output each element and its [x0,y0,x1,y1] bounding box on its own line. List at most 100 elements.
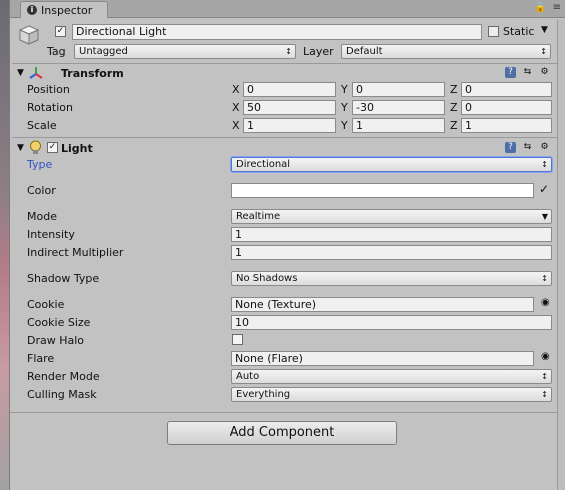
scale-z-field[interactable]: 1 [461,118,552,133]
menu-icon[interactable]: ≡ [553,2,561,13]
render-mode-value: Auto [236,371,260,382]
render-mode-label: Render Mode [27,370,100,383]
scale-label: Scale [27,119,57,132]
culling-mask-label: Culling Mask [27,388,97,401]
divider [12,137,557,138]
preset-icon[interactable]: ⇆ [522,142,533,153]
mode-label: Mode [27,210,57,223]
tab-controls: 🔒 ≡ [534,2,561,13]
tab-inspector-label: Inspector [41,3,93,17]
culling-mask-value: Everything [236,389,291,400]
position-y-field[interactable]: 0 [352,82,445,97]
tab-bar: i Inspector 🔒 ≡ [10,0,565,18]
updown-arrow-icon: ↕ [541,390,548,399]
shadow-type-label: Shadow Type [27,272,100,285]
inspector-window: i Inspector 🔒 ≡ ✓ Directional Light Stat… [0,0,565,490]
transform-axes-icon [28,65,44,81]
gear-icon[interactable]: ⚙ [539,67,550,78]
draw-halo-checkbox[interactable] [232,334,243,345]
color-swatch[interactable] [231,183,534,198]
indirect-multiplier-label: Indirect Multiplier [27,246,124,259]
object-name-field[interactable]: Directional Light [72,24,482,40]
intensity-label: Intensity [27,228,75,241]
light-title: Light [61,142,93,155]
scale-x-field[interactable]: 1 [243,118,336,133]
rotation-y-field[interactable]: -30 [352,100,445,115]
info-icon: i [27,5,37,15]
updown-arrow-icon: ↕ [541,274,548,283]
position-label: Position [27,83,70,96]
preset-icon[interactable]: ⇆ [522,67,533,78]
light-header-icons: ? ⇆ ⚙ [505,142,550,153]
type-value: Directional [236,159,291,170]
object-picker-icon[interactable]: ◉ [541,297,550,308]
flare-field[interactable]: None (Flare) [231,351,534,366]
scene-background [0,0,9,490]
flare-label: Flare [27,352,55,365]
cookie-size-field[interactable]: 10 [231,315,552,330]
static-label: Static [503,25,535,38]
axis-x-label: X [232,83,240,96]
mode-dropdown[interactable]: Realtime ▼ [231,209,552,224]
axis-z-label: Z [450,83,458,96]
tag-label: Tag [47,45,66,58]
updown-arrow-icon: ↕ [285,47,292,56]
position-z-field[interactable]: 0 [461,82,552,97]
tab-inspector[interactable]: i Inspector [20,1,108,18]
axis-y-label: Y [341,83,348,96]
position-x-field[interactable]: 0 [243,82,336,97]
axis-z-label: Z [450,101,458,114]
tag-dropdown[interactable]: Untagged ↕ [74,44,296,59]
cookie-size-label: Cookie Size [27,316,91,329]
object-picker-icon[interactable]: ◉ [541,351,550,362]
help-book-icon[interactable]: ? [505,142,516,153]
static-dropdown-arrow[interactable]: ▼ [541,25,548,35]
rotation-label: Rotation [27,101,74,114]
rotation-x-field[interactable]: 50 [243,100,336,115]
static-checkbox[interactable] [488,26,499,37]
light-bulb-icon [29,140,42,155]
layer-dropdown[interactable]: Default ↕ [341,44,551,59]
eyedropper-icon[interactable]: ✓ [539,182,549,196]
scene-view-strip [0,0,10,490]
axis-x-label: X [232,101,240,114]
updown-arrow-icon: ↕ [540,47,547,56]
help-book-icon[interactable]: ? [505,67,516,78]
type-label: Type [27,158,53,171]
foldout-arrow-icon[interactable]: ▼ [17,143,24,153]
layer-label: Layer [303,45,334,58]
layer-value: Default [346,46,383,57]
scale-y-field[interactable]: 1 [352,118,445,133]
tag-value: Untagged [79,46,128,57]
draw-halo-label: Draw Halo [27,334,85,347]
axis-y-label: Y [341,101,348,114]
lock-icon[interactable]: 🔒 [534,2,546,13]
cookie-field[interactable]: None (Texture) [231,297,534,312]
foldout-arrow-icon[interactable]: ▼ [17,68,24,78]
shadow-type-value: No Shadows [236,273,298,284]
rotation-z-field[interactable]: 0 [461,100,552,115]
add-component-button[interactable]: Add Component [167,421,397,445]
transform-header-icons: ? ⇆ ⚙ [505,67,550,78]
intensity-field[interactable]: 1 [231,227,552,242]
axis-x-label: X [232,119,240,132]
light-enabled-checkbox[interactable]: ✓ [47,142,58,153]
mode-value: Realtime [236,211,281,222]
gear-icon[interactable]: ⚙ [539,142,550,153]
cube-icon [17,24,41,46]
type-dropdown[interactable]: Directional ↕ [231,157,552,172]
axis-z-label: Z [450,119,458,132]
vertical-scrollbar[interactable] [557,20,565,490]
color-label: Color [27,184,56,197]
cookie-label: Cookie [27,298,65,311]
divider [10,412,557,413]
render-mode-dropdown[interactable]: Auto ↕ [231,369,552,384]
axis-y-label: Y [341,119,348,132]
shadow-type-dropdown[interactable]: No Shadows ↕ [231,271,552,286]
down-arrow-icon: ▼ [541,212,548,221]
object-active-checkbox[interactable]: ✓ [55,26,66,37]
updown-arrow-icon: ↕ [541,160,548,169]
transform-title: Transform [61,67,124,80]
culling-mask-dropdown[interactable]: Everything ↕ [231,387,552,402]
indirect-multiplier-field[interactable]: 1 [231,245,552,260]
